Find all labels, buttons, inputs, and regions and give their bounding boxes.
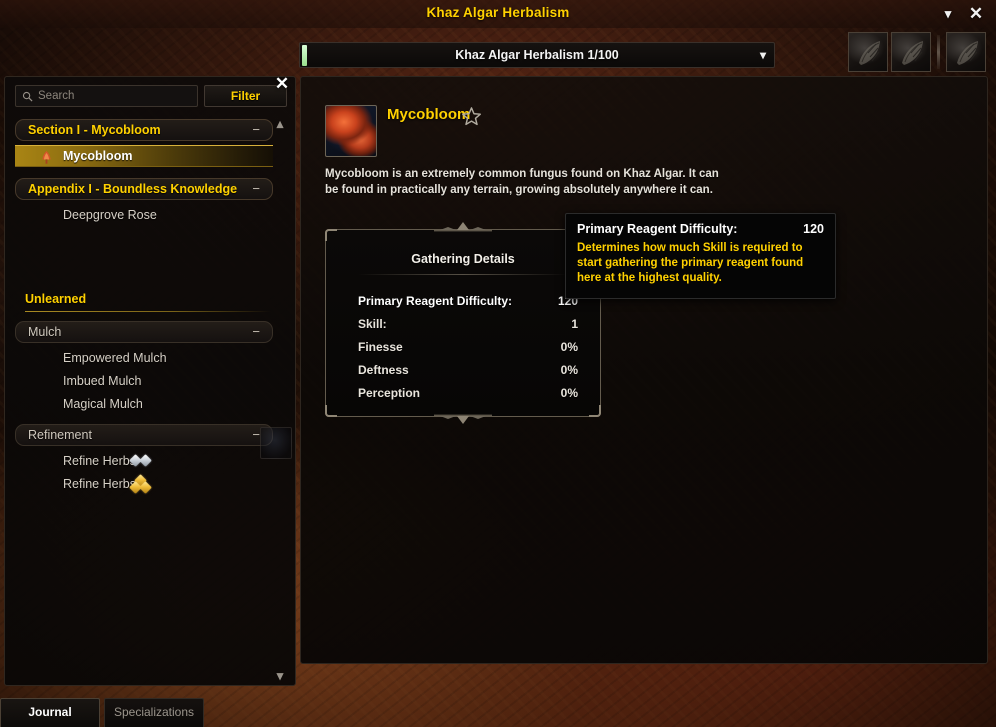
search-box[interactable]	[15, 85, 198, 107]
panel-corner	[589, 405, 601, 417]
tree-item-empowered-mulch[interactable]: Empowered Mulch	[15, 347, 273, 369]
stat-tooltip: Primary Reagent Difficulty: 120 Determin…	[565, 213, 836, 299]
quality-2-icon	[129, 453, 161, 469]
recipe-tree: Section I - Mycobloom − Mycobloom Append…	[15, 119, 273, 664]
category-label: Refinement	[28, 428, 92, 442]
panel-ornament-bottom	[434, 414, 492, 424]
stat-row-primary-reagent-difficulty[interactable]: Primary Reagent Difficulty: 120	[358, 292, 578, 315]
tree-item-mycobloom[interactable]: Mycobloom	[15, 145, 273, 167]
tooltip-body: Determines how much Skill is required to…	[577, 242, 804, 285]
tree-item-imbued-mulch[interactable]: Imbued Mulch	[15, 370, 273, 392]
stat-row-deftness[interactable]: Deftness 0%	[358, 361, 578, 384]
tree-item-label: Empowered Mulch	[63, 351, 167, 365]
journal-sidebar: Filter ▴ ▾ Section I - Mycobloom − Mycob…	[4, 76, 296, 686]
category-label: Appendix I - Boundless Knowledge	[28, 182, 238, 196]
sidebar-close-button[interactable]: ✕	[272, 74, 292, 94]
feather-icon	[902, 41, 923, 65]
tooltip-title: Primary Reagent Difficulty:	[577, 222, 738, 236]
tree-item-label: Deepgrove Rose	[63, 208, 157, 222]
window-title: Khaz Algar Herbalism	[426, 5, 570, 20]
category-header-appendix-i[interactable]: Appendix I - Boundless Knowledge −	[15, 178, 273, 200]
tree-item-magical-mulch[interactable]: Magical Mulch	[15, 393, 273, 415]
search-icon	[22, 91, 33, 102]
details-divider	[358, 274, 568, 275]
stat-label: Finesse	[358, 340, 403, 354]
panel-corner	[325, 229, 337, 241]
tree-item-label: Magical Mulch	[63, 397, 143, 411]
reagent-slot-1[interactable]	[848, 32, 888, 72]
tooltip-header: Primary Reagent Difficulty: 120	[577, 222, 824, 239]
stat-row-skill[interactable]: Skill: 1	[358, 315, 578, 338]
gathering-details-panel: Gathering Details Primary Reagent Diffic…	[325, 222, 601, 424]
profession-window: Khaz Algar Herbalism ▾ ✕ Khaz Algar Herb…	[0, 0, 996, 727]
collapse-toggle[interactable]: −	[252, 122, 260, 137]
slot-divider	[937, 35, 940, 69]
tree-item-label: Mycobloom	[63, 149, 133, 163]
stat-row-finesse[interactable]: Finesse 0%	[358, 338, 578, 361]
stat-value: 0%	[560, 340, 578, 354]
tooltip-value: 120	[803, 222, 824, 236]
skill-line-label: Khaz Algar Herbalism 1/100	[455, 48, 619, 62]
collapse-toggle[interactable]: −	[252, 427, 260, 442]
tab-specializations[interactable]: Specializations	[104, 698, 204, 727]
stat-value: 1	[571, 317, 578, 331]
tab-bar: Journal Specializations	[0, 698, 996, 727]
skill-line-dropdown[interactable]: Khaz Algar Herbalism 1/100 ▾	[299, 42, 775, 68]
mycobloom-icon	[325, 105, 377, 157]
category-header-refinement[interactable]: Refinement −	[15, 424, 273, 446]
stat-value: 0%	[560, 386, 578, 400]
category-header-section-i[interactable]: Section I - Mycobloom −	[15, 119, 273, 141]
feather-icon	[957, 41, 978, 65]
collapse-toggle[interactable]: −	[252, 181, 260, 196]
stat-label: Primary Reagent Difficulty:	[358, 294, 513, 308]
reagent-slot-2[interactable]	[891, 32, 931, 72]
reagent-slot-group	[848, 32, 986, 72]
recipe-detail-panel: Mycobloom Mycobloom is an extremely comm…	[300, 76, 988, 664]
close-button[interactable]: ✕	[966, 4, 986, 24]
feather-icon	[859, 41, 880, 65]
stat-label: Deftness	[358, 363, 409, 377]
reagent-slot-3[interactable]	[946, 32, 986, 72]
star-icon[interactable]	[461, 106, 482, 127]
tab-journal[interactable]: Journal	[0, 698, 100, 727]
category-header-mulch[interactable]: Mulch −	[15, 321, 273, 343]
section-divider-line	[25, 311, 271, 312]
stat-row-perception[interactable]: Perception 0%	[358, 384, 578, 407]
minimize-button[interactable]: ▾	[938, 4, 958, 24]
stat-value: 0%	[560, 363, 578, 377]
mushroom-icon	[42, 151, 51, 164]
tree-item-refine-herbs-q2[interactable]: Refine Herbs -	[15, 450, 273, 472]
collapse-toggle[interactable]: −	[252, 324, 260, 339]
recipe-name: Mycobloom	[387, 106, 471, 123]
stat-label: Skill:	[358, 317, 387, 331]
unlearned-section-header: Unlearned	[15, 292, 273, 316]
quality-3-icon	[129, 474, 161, 494]
category-label: Mulch	[28, 325, 62, 339]
search-row: Filter	[15, 85, 287, 107]
tree-item-deepgrove-rose[interactable]: Deepgrove Rose	[15, 204, 273, 226]
tree-item-refine-herbs-q3[interactable]: Refine Herbs -	[15, 473, 273, 495]
stat-label: Perception	[358, 386, 421, 400]
unlearned-label: Unlearned	[25, 292, 87, 306]
chevron-down-icon: ▾	[759, 48, 766, 62]
panel-corner	[325, 405, 337, 417]
tree-item-label: Imbued Mulch	[63, 374, 142, 388]
title-bar: Khaz Algar Herbalism ▾ ✕	[0, 0, 996, 28]
placeholder-icon	[260, 427, 292, 459]
stat-list: Primary Reagent Difficulty: 120 Skill: 1…	[358, 292, 578, 407]
recipe-description: Mycobloom is an extremely common fungus …	[325, 168, 719, 196]
search-input[interactable]	[38, 86, 193, 106]
details-title: Gathering Details	[411, 252, 515, 266]
category-label: Section I - Mycobloom	[28, 123, 161, 137]
scroll-down-button[interactable]: ▾	[269, 667, 291, 685]
panel-ornament-top	[434, 222, 492, 232]
